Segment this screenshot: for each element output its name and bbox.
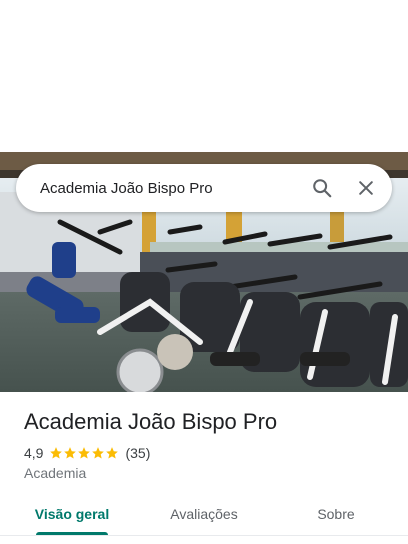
tabs-divider — [0, 535, 408, 536]
star-icon — [50, 447, 63, 459]
place-title: Academia João Bispo Pro — [24, 409, 278, 434]
tab-about[interactable]: Sobre — [284, 494, 388, 534]
tab-reviews[interactable]: Avaliações — [152, 494, 256, 534]
rating-row[interactable]: 4,9 (35) — [24, 444, 150, 462]
search-button[interactable] — [306, 172, 338, 204]
star-icon — [64, 447, 77, 459]
place-tabs: Visão geral Avaliações Sobre — [0, 494, 408, 538]
star-icon — [106, 447, 119, 459]
map-area — [0, 0, 408, 152]
star-icon — [92, 447, 105, 459]
search-input[interactable]: Academia João Bispo Pro — [40, 180, 294, 197]
place-category: Academia — [24, 465, 87, 481]
star-icon — [78, 447, 91, 459]
close-icon — [359, 181, 373, 195]
star-rating — [49, 446, 119, 460]
review-count: (35) — [125, 445, 151, 461]
close-button[interactable] — [350, 172, 382, 204]
search-icon — [313, 179, 332, 198]
tab-overview[interactable]: Visão geral — [20, 494, 124, 534]
search-bar[interactable]: Academia João Bispo Pro — [16, 164, 392, 212]
rating-value: 4,9 — [24, 445, 44, 461]
